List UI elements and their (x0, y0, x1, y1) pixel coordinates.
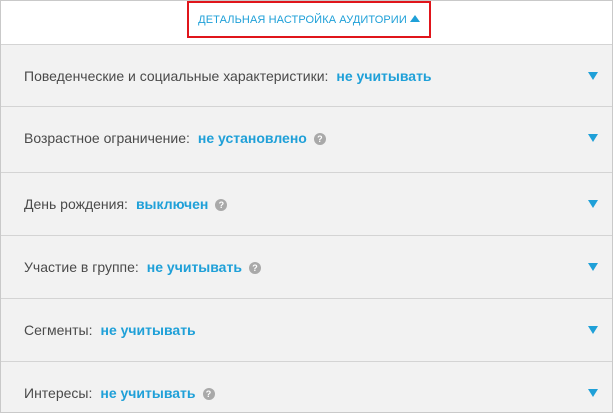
row-value[interactable]: не учитывать (147, 259, 242, 275)
help-icon[interactable]: ? (202, 387, 215, 400)
row-value[interactable]: не установлено (198, 130, 307, 146)
row-interests[interactable]: Интересы: не учитывать ? (1, 361, 612, 412)
chevron-down-icon[interactable] (588, 262, 598, 271)
row-label: Поведенческие и социальные характеристик… (24, 67, 329, 84)
row-value[interactable]: выключен (136, 196, 208, 212)
row-label: Возрастное ограничение: (24, 129, 190, 146)
detailed-audience-settings-toggle[interactable]: ДЕТАЛЬНАЯ НАСТРОЙКА АУДИТОРИИ (187, 1, 431, 38)
toggle-label: ДЕТАЛЬНАЯ НАСТРОЙКА АУДИТОРИИ (198, 13, 407, 26)
row-value[interactable]: не учитывать (100, 385, 195, 401)
row-value[interactable]: не учитывать (101, 322, 196, 338)
chevron-down-icon[interactable] (588, 199, 598, 208)
row-label: Участие в группе: (24, 258, 139, 275)
row-label: Сегменты: (24, 321, 93, 338)
triangle-up-icon (409, 15, 420, 22)
chevron-down-icon[interactable] (588, 388, 598, 397)
chevron-down-icon[interactable] (588, 325, 598, 334)
row-label: День рождения: (24, 195, 128, 212)
top-bar: ДЕТАЛЬНАЯ НАСТРОЙКА АУДИТОРИИ (1, 1, 612, 44)
chevron-down-icon[interactable] (588, 133, 598, 142)
help-icon[interactable]: ? (313, 132, 326, 145)
row-label: Интересы: (24, 384, 93, 401)
audience-settings-panel: ДЕТАЛЬНАЯ НАСТРОЙКА АУДИТОРИИ Поведенчес… (0, 0, 613, 413)
chevron-down-icon[interactable] (588, 71, 598, 80)
row-segments[interactable]: Сегменты: не учитывать (1, 298, 612, 360)
row-group-membership[interactable]: Участие в группе: не учитывать ? (1, 235, 612, 297)
help-icon[interactable]: ? (248, 261, 261, 274)
help-icon[interactable]: ? (215, 198, 228, 211)
row-behavior-social[interactable]: Поведенческие и социальные характеристик… (1, 44, 612, 106)
row-birthday[interactable]: День рождения: выключен ? (1, 172, 612, 234)
row-value[interactable]: не учитывать (336, 68, 431, 84)
row-age-restriction[interactable]: Возрастное ограничение: не установлено ? (1, 106, 612, 168)
